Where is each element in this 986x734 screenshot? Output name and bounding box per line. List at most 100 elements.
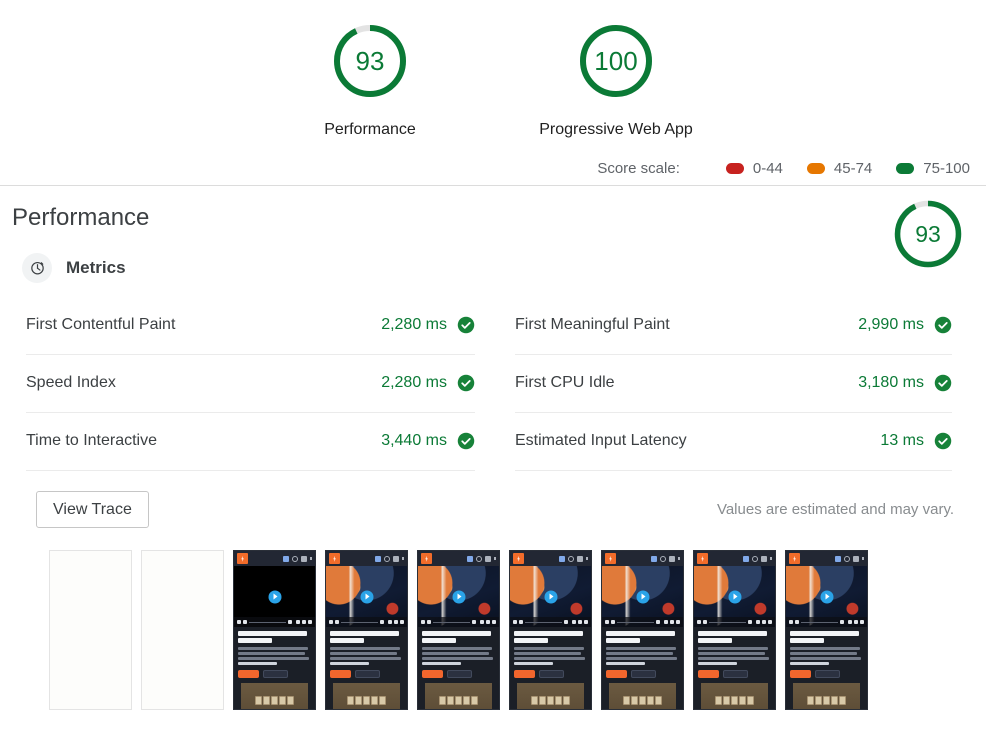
score-gauge-performance[interactable]: 93 Performance [247, 22, 493, 139]
paragraph-line [606, 662, 646, 666]
screenshot-filmstrip [12, 528, 970, 711]
page-mock [786, 551, 867, 710]
filmstrip-thumbnail[interactable] [509, 550, 592, 711]
page-mock [418, 551, 499, 710]
video-player [602, 566, 683, 628]
metric-name: Time to Interactive [26, 432, 158, 450]
paragraph-line [422, 657, 493, 661]
page-mock-toolbar [510, 551, 591, 567]
table-row[interactable]: Estimated Input Latency 13 ms [515, 413, 952, 471]
headline-line [422, 631, 491, 637]
score-scale-title: Score scale: [597, 160, 680, 177]
secondary-cta-button [539, 670, 564, 679]
filmstrip-thumbnail[interactable] [601, 550, 684, 711]
metrics-header: Metrics [22, 252, 970, 283]
metric-value: 2,280 ms [381, 374, 447, 392]
filmstrip-thumbnail[interactable] [693, 550, 776, 711]
video-scrubber [786, 617, 867, 628]
scores-header: 93 Performance 100 Progressive Web App S… [0, 0, 986, 186]
paragraph-line [330, 647, 401, 651]
share-icon [301, 555, 307, 562]
score-chip-fail [725, 163, 744, 174]
metric-value: 2,280 ms [381, 316, 447, 334]
extension-icon [283, 555, 289, 562]
score-range-fail: 0-44 [752, 160, 783, 177]
paragraph-line [790, 657, 861, 661]
browser-icons [835, 555, 864, 563]
video-player [786, 566, 867, 628]
cta-buttons [514, 670, 587, 679]
category-header: Performance [12, 204, 970, 233]
primary-cta-button [514, 670, 535, 679]
category-title: Performance [12, 204, 150, 231]
paragraph-line [790, 647, 861, 651]
score-gauge-pwa[interactable]: 100 Progressive Web App [493, 22, 739, 139]
filmstrip-thumbnail[interactable] [141, 550, 224, 711]
table-row[interactable]: Speed Index 2,280 ms [26, 355, 475, 413]
primary-cta-button [698, 670, 719, 679]
gauge-score-pwa: 100 [594, 46, 638, 76]
check-circle-icon [934, 317, 952, 334]
paragraph-line [698, 647, 769, 651]
search-icon [844, 555, 850, 562]
metrics-footer: View Trace Values are estimated and may … [12, 490, 970, 529]
headline-line [238, 631, 307, 637]
gauges-row: 93 Performance 100 Progressive Web App [0, 0, 986, 139]
learn-image [701, 683, 768, 710]
check-circle-icon [457, 317, 475, 334]
metric-result: 2,990 ms [858, 316, 952, 334]
stopwatch-icon [22, 252, 52, 283]
cta-buttons [238, 670, 311, 679]
filmstrip-thumbnail[interactable] [325, 550, 408, 711]
paragraph-line [514, 647, 585, 651]
score-scale-item-pass: 75-100 [896, 160, 970, 177]
table-row[interactable]: First Meaningful Paint 2,990 ms [515, 297, 952, 355]
table-row[interactable]: First Contentful Paint 2,280 ms [26, 297, 475, 355]
metrics-columns: First Contentful Paint 2,280 ms Speed In… [12, 297, 970, 471]
cta-buttons [330, 670, 403, 679]
overflow-menu-icon [770, 555, 772, 563]
video-scrubber [694, 617, 775, 628]
page-mock-toolbar [602, 551, 683, 567]
filmstrip-thumbnail[interactable] [785, 550, 868, 711]
paragraph-line [238, 662, 278, 666]
table-row[interactable]: First CPU Idle 3,180 ms [515, 355, 952, 413]
paragraph-line [330, 657, 401, 661]
category-gauge-performance: 93 [892, 198, 964, 270]
headline-line [698, 631, 767, 637]
overflow-menu-icon [494, 555, 496, 563]
play-button-icon [820, 590, 833, 604]
page-mock-body [326, 627, 407, 710]
learn-image [517, 683, 584, 710]
headline-line [330, 638, 364, 644]
paragraph-line [698, 657, 769, 661]
headline-line [238, 638, 272, 644]
cta-buttons [790, 670, 863, 679]
category-gauge-score: 93 [915, 220, 941, 247]
overflow-menu-icon [402, 555, 404, 563]
score-chip-pass [896, 163, 915, 174]
metric-value: 3,180 ms [858, 374, 924, 392]
score-scale-item-fail: 0-44 [725, 160, 783, 177]
filmstrip-thumbnail[interactable] [233, 550, 316, 711]
metric-result: 2,280 ms [381, 316, 475, 334]
paragraph-line [790, 662, 830, 666]
paragraph-line [422, 647, 493, 651]
view-trace-button[interactable]: View Trace [36, 490, 149, 529]
secondary-cta-button [355, 670, 380, 679]
play-button-icon [452, 590, 465, 604]
paragraph-line [330, 652, 398, 656]
extension-icon [651, 555, 657, 562]
extension-icon [467, 555, 473, 562]
metric-name: First Contentful Paint [26, 316, 176, 334]
paragraph-line [606, 652, 674, 656]
page-mock [326, 551, 407, 710]
filmstrip-thumbnail[interactable] [49, 550, 132, 711]
filmstrip-thumbnail[interactable] [417, 550, 500, 711]
table-row[interactable]: Time to Interactive 3,440 ms [26, 413, 475, 471]
score-range-average: 45-74 [833, 160, 873, 177]
secondary-cta-button [723, 670, 748, 679]
play-button-icon [268, 590, 281, 604]
headline-line [422, 638, 456, 644]
headline-line [698, 638, 732, 644]
